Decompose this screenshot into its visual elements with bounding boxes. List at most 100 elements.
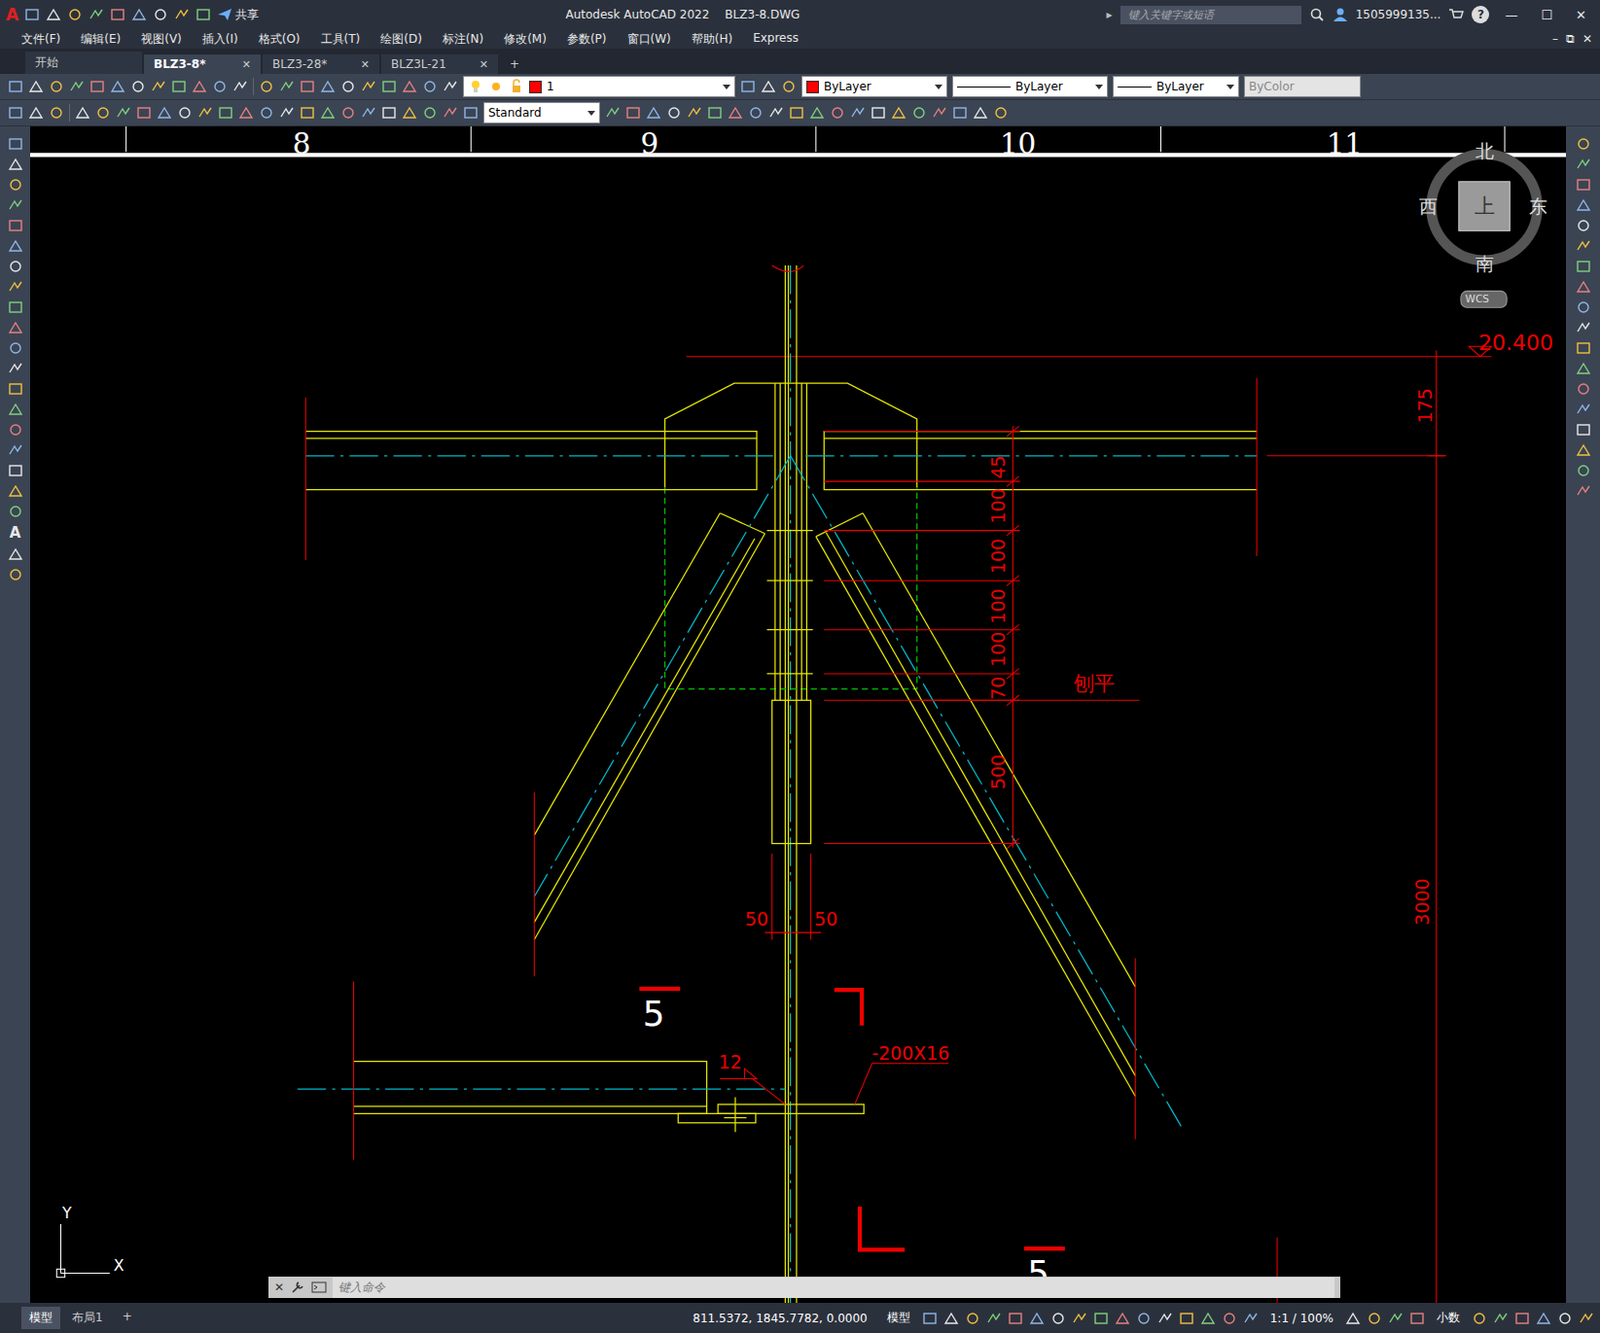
layout-tab[interactable]: 模型 <box>21 1307 61 1330</box>
modify-icon[interactable] <box>850 105 866 121</box>
modify-icon[interactable] <box>1575 197 1592 214</box>
modify-icon[interactable] <box>993 105 1009 121</box>
menu-item[interactable]: 绘图(D) <box>370 31 433 48</box>
dimension-icon[interactable] <box>238 105 254 121</box>
status-icon[interactable] <box>986 1311 1002 1327</box>
toolbar-icon[interactable] <box>69 78 85 95</box>
dimension-icon[interactable] <box>360 105 377 121</box>
draw-icon[interactable] <box>7 279 24 295</box>
modify-icon[interactable] <box>1575 360 1592 377</box>
dimension-icon[interactable] <box>136 105 152 121</box>
color-dropdown[interactable]: ByLayer <box>801 75 948 98</box>
dimension-icon[interactable] <box>279 105 295 121</box>
dimension-icon[interactable] <box>177 105 193 121</box>
modify-icon[interactable] <box>931 105 948 121</box>
menu-item[interactable]: 修改(M) <box>494 31 558 48</box>
modify-icon[interactable] <box>1575 320 1592 336</box>
dimension-icon[interactable] <box>115 105 132 121</box>
drawing-canvas[interactable]: 89101120.400刨平17545100100100100705003000… <box>30 126 1566 1304</box>
layer-dropdown[interactable]: 1 <box>462 75 736 98</box>
status-icon[interactable] <box>1514 1311 1530 1327</box>
dimension-icon[interactable] <box>381 105 397 121</box>
quick-access-icon[interactable] <box>24 6 40 23</box>
modify-icon[interactable] <box>870 105 887 121</box>
toolbar-icon[interactable] <box>191 78 208 95</box>
viewcube[interactable]: 上北南东西WCS <box>1419 140 1548 308</box>
status-icon[interactable] <box>1535 1311 1552 1327</box>
wrench-icon[interactable] <box>289 1280 306 1296</box>
draw-icon[interactable] <box>7 567 24 583</box>
modify-icon[interactable] <box>1575 177 1592 193</box>
status-icon[interactable] <box>1366 1311 1383 1327</box>
draw-icon[interactable] <box>7 177 24 193</box>
status-icon[interactable] <box>964 1311 981 1327</box>
toolbar-icon[interactable] <box>7 78 24 95</box>
toolbar-icon[interactable] <box>28 78 44 95</box>
draw-icon[interactable] <box>7 238 24 254</box>
menu-item[interactable]: 标注(N) <box>432 31 495 48</box>
search-icon[interactable] <box>1309 6 1325 23</box>
lineweight-dropdown[interactable]: ByLayer <box>1112 75 1240 98</box>
status-icon[interactable] <box>1178 1311 1195 1327</box>
modify-icon[interactable] <box>1575 462 1592 479</box>
toolbar-icon[interactable] <box>48 78 65 95</box>
draw-icon[interactable] <box>7 156 24 173</box>
modify-icon[interactable] <box>1575 136 1592 152</box>
draw-icon[interactable] <box>7 381 24 397</box>
toolbar-icon[interactable] <box>299 78 316 95</box>
draw-icon[interactable] <box>7 360 24 377</box>
add-layout-button[interactable]: + <box>114 1307 141 1330</box>
status-icon[interactable] <box>1345 1311 1361 1327</box>
compass-south[interactable]: 南 <box>1475 252 1494 275</box>
draw-icon[interactable] <box>7 401 24 418</box>
modify-icon[interactable] <box>625 105 641 121</box>
modify-icon[interactable] <box>707 105 723 121</box>
new-tab-button[interactable]: + <box>499 54 530 74</box>
toolbar-icon[interactable] <box>381 78 397 95</box>
menu-item[interactable]: 文件(F) <box>11 31 72 48</box>
units[interactable]: 小数 <box>1430 1310 1466 1327</box>
modify-icon[interactable] <box>952 105 968 121</box>
modify-icon[interactable] <box>747 105 764 121</box>
status-icon[interactable] <box>1200 1311 1216 1327</box>
draw-icon[interactable] <box>7 422 24 438</box>
dimension-icon[interactable] <box>74 105 91 121</box>
user-name[interactable]: 1505999135... <box>1355 7 1442 22</box>
text-tool[interactable]: A <box>9 524 22 542</box>
modify-icon[interactable] <box>1575 381 1592 397</box>
document-tab[interactable]: BLZ3-28* ✕ <box>262 54 380 74</box>
toolbar-icon[interactable] <box>48 105 65 121</box>
toolbar-icon[interactable] <box>360 78 377 95</box>
modify-icon[interactable] <box>809 105 825 121</box>
toolbar-icon[interactable] <box>171 78 187 95</box>
modify-icon[interactable] <box>972 105 989 121</box>
compass-east[interactable]: 东 <box>1528 195 1548 217</box>
layout-tab[interactable]: 布局1 <box>64 1307 111 1330</box>
status-icon[interactable] <box>1578 1311 1595 1327</box>
dimension-icon[interactable] <box>422 105 438 121</box>
quick-access-icon[interactable] <box>152 6 169 23</box>
status-icon[interactable] <box>1471 1311 1488 1327</box>
draw-icon[interactable] <box>7 320 24 336</box>
search-arrow[interactable]: ▸ <box>1106 7 1113 22</box>
ucs-menu[interactable]: WCS <box>1465 292 1491 305</box>
menu-item[interactable]: 帮助(H) <box>681 31 744 48</box>
modify-icon[interactable] <box>1575 238 1592 254</box>
viewcube-face[interactable]: 上 <box>1474 193 1495 218</box>
annotation-scale[interactable]: 1:1 / 100% <box>1264 1312 1340 1326</box>
user-icon[interactable] <box>1332 6 1349 23</box>
modify-icon[interactable] <box>1575 217 1592 234</box>
menu-item[interactable]: 视图(V) <box>131 31 193 48</box>
status-icon[interactable] <box>1007 1311 1024 1327</box>
draw-icon[interactable] <box>7 503 24 520</box>
status-icon[interactable] <box>1029 1311 1045 1327</box>
toolbar-icon[interactable] <box>28 105 44 121</box>
layer-tool-icon[interactable] <box>740 78 756 95</box>
dimension-icon[interactable] <box>156 105 173 121</box>
window-control[interactable]: — <box>1496 7 1526 23</box>
draw-icon[interactable] <box>7 462 24 479</box>
document-control[interactable]: ✕ <box>1582 32 1593 46</box>
toolbar-icon[interactable] <box>320 78 336 95</box>
modify-icon[interactable] <box>1575 442 1592 459</box>
modify-icon[interactable] <box>1575 299 1592 316</box>
